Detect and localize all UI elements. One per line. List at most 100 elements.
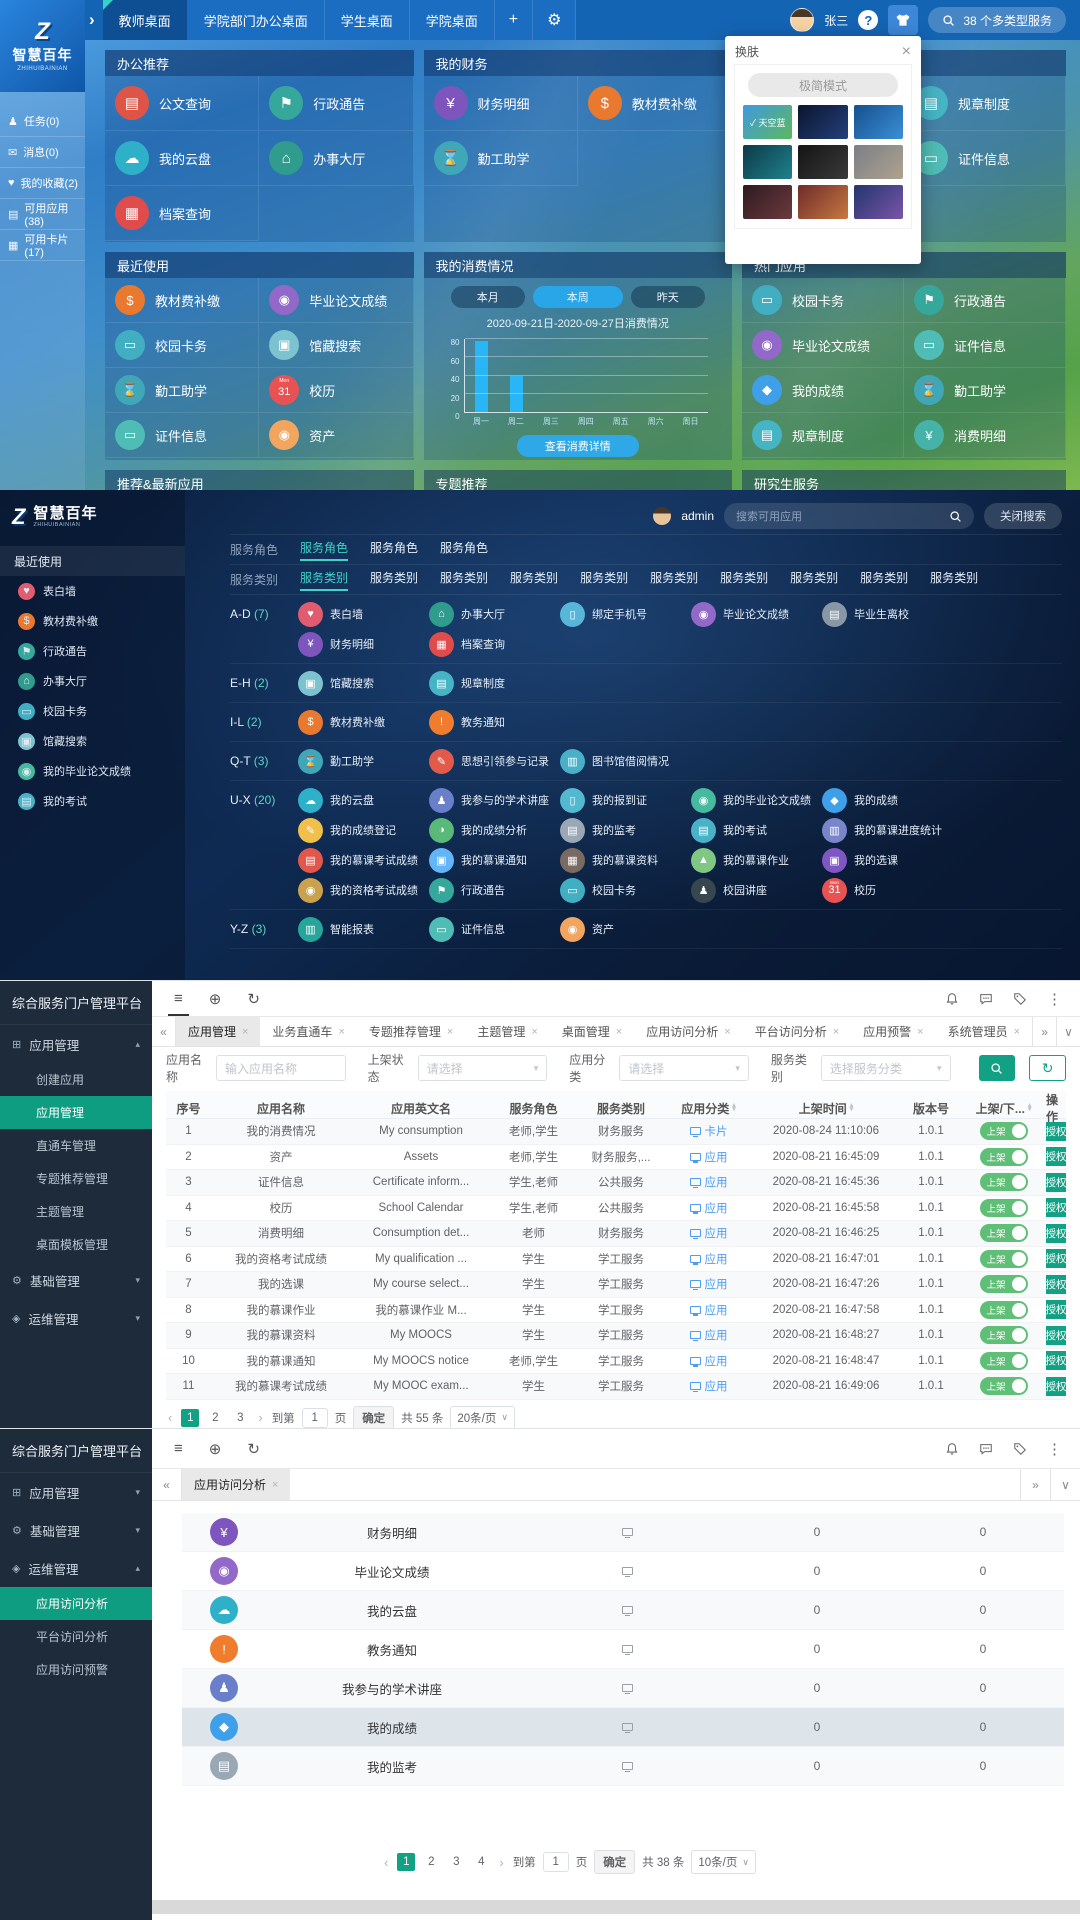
column-header[interactable]: 服务类别 ▴▾	[576, 1100, 666, 1117]
publish-toggle[interactable]: 上架	[980, 1275, 1028, 1293]
close-icon[interactable]: ×	[531, 1026, 537, 1038]
filter-option[interactable]: 服务类别	[510, 569, 558, 591]
desktop-tab[interactable]: 教师桌面	[103, 0, 188, 40]
tabs-down-icon[interactable]: ∨	[1050, 1469, 1080, 1500]
theme-thumbnail[interactable]	[798, 105, 847, 139]
app-tile[interactable]: ▤ 公文查询	[105, 76, 259, 131]
column-header[interactable]: 操作 ▴▾	[1046, 1091, 1066, 1125]
filter-option[interactable]: 服务类别	[370, 569, 418, 591]
app-item[interactable]: ◉ 毕业论文成绩	[691, 599, 822, 629]
prev-page-button[interactable]: ‹	[382, 1855, 390, 1870]
recent-app-item[interactable]: ▭ 校园卡务	[0, 696, 185, 726]
page-size-select[interactable]: 10条/页∨	[691, 1850, 756, 1874]
app-item[interactable]: ▦ 档案查询	[429, 629, 560, 659]
range-button[interactable]: 本周	[533, 286, 623, 308]
bell-icon[interactable]	[945, 1442, 959, 1456]
theme-thumbnail[interactable]	[743, 185, 792, 219]
menu-child[interactable]: 创建应用	[0, 1063, 152, 1096]
publish-toggle[interactable]: 上架	[980, 1173, 1028, 1191]
column-header[interactable]: 应用名称 ▴▾	[211, 1100, 351, 1117]
app-item[interactable]: ▦ 我的慕课资料	[560, 845, 691, 875]
sort-icon[interactable]: ▴▾	[1028, 1104, 1032, 1112]
app-item[interactable]: ◉ 资产	[560, 914, 691, 944]
tag-icon[interactable]	[1013, 1442, 1027, 1456]
sort-icon[interactable]: ▴▾	[732, 1104, 736, 1112]
app-item[interactable]: ¥ 财务明细	[298, 629, 429, 659]
workspace-tab[interactable]: 系统管理员 ×	[936, 1017, 1032, 1046]
kebab-icon[interactable]: ⋮	[1047, 990, 1062, 1008]
table-row[interactable]: 11 我的慕课考试成绩 My MOOC exam... 学生 学工服务 应用 2…	[166, 1374, 1066, 1400]
app-tile[interactable]: ▦ 档案查询	[105, 186, 259, 241]
app-item[interactable]: ⌛ 勤工助学	[298, 746, 429, 776]
page-number[interactable]: 1	[181, 1409, 199, 1427]
tabs-collapse-icon[interactable]: «	[152, 1017, 176, 1046]
next-page-button[interactable]: ›	[256, 1410, 264, 1425]
app-tile[interactable]: ▭ 证件信息	[904, 323, 1066, 368]
column-header[interactable]: 序号 ▴▾	[166, 1100, 211, 1117]
chat-icon[interactable]	[979, 1442, 993, 1456]
filter-option[interactable]: 服务角色	[440, 539, 488, 561]
publish-toggle[interactable]: 上架	[980, 1122, 1028, 1140]
theme-thumbnail[interactable]	[743, 145, 792, 179]
workspace-tab[interactable]: 桌面管理 ×	[550, 1017, 634, 1046]
app-item[interactable]: ◆ 我的成绩	[822, 785, 953, 815]
category-link[interactable]: 应用	[690, 1251, 728, 1267]
state-select[interactable]: 请选择▾	[418, 1055, 548, 1081]
chat-icon[interactable]	[979, 992, 993, 1006]
app-tile[interactable]: ◆ 我的成绩	[742, 368, 904, 413]
close-icon[interactable]: ×	[724, 1026, 730, 1038]
category-link[interactable]: 应用	[690, 1353, 728, 1369]
menu-child[interactable]: 主题管理	[0, 1195, 152, 1228]
app-item[interactable]: ◑ 我的成绩分析	[429, 815, 560, 845]
filter-option[interactable]: 服务类别	[300, 569, 348, 591]
minimal-mode-button[interactable]: 极简模式	[748, 73, 898, 97]
close-icon[interactable]: ×	[833, 1026, 839, 1038]
table-row[interactable]: 4 校历 School Calendar 学生,老师 公共服务 应用 2020-…	[166, 1196, 1066, 1222]
desktop-tab[interactable]: 学院桌面	[410, 0, 495, 40]
refresh-button[interactable]: ↻	[1029, 1055, 1066, 1081]
authorize-button[interactable]: 授权	[1046, 1173, 1066, 1192]
app-tile[interactable]: ▤ 规章制度	[904, 76, 1066, 131]
column-header[interactable]: 版本号 ▴▾	[901, 1100, 961, 1117]
recent-app-item[interactable]: ▣ 馆藏搜索	[0, 726, 185, 756]
menu-parent[interactable]: ⊞ 应用管理 ▾	[0, 1473, 152, 1511]
app-tile[interactable]: ◉ 毕业论文成绩	[742, 323, 904, 368]
service-search[interactable]: 38 个多类型服务	[928, 7, 1066, 33]
column-header[interactable]: 上架/下... ▴▾	[961, 1100, 1046, 1117]
app-tile[interactable]: $ 教材费补缴	[578, 76, 732, 131]
range-button[interactable]: 本月	[451, 286, 525, 308]
page-number[interactable]: 3	[447, 1853, 465, 1871]
app-item[interactable]: ◉ 我的资格考试成绩	[298, 875, 429, 905]
theme-thumbnail[interactable]	[798, 145, 847, 179]
app-tile[interactable]: ▭ 证件信息	[904, 131, 1066, 186]
workspace-tab[interactable]: 业务直通车 ×	[260, 1017, 356, 1046]
desktop-tab[interactable]: 学院部门办公桌面	[188, 0, 325, 40]
close-icon[interactable]: ×	[272, 1479, 278, 1491]
filter-option[interactable]: 服务角色	[370, 539, 418, 561]
page-number[interactable]: 1	[397, 1853, 415, 1871]
help-icon[interactable]: ?	[858, 10, 878, 30]
page-size-select[interactable]: 20条/页∨	[450, 1406, 515, 1429]
publish-toggle[interactable]: 上架	[980, 1224, 1028, 1242]
category-link[interactable]: 应用	[690, 1327, 728, 1343]
workspace-tab[interactable]: 应用预警 ×	[851, 1017, 935, 1046]
desktop-settings-button[interactable]: ⚙	[533, 0, 576, 40]
confirm-button[interactable]: 确定	[353, 1406, 394, 1429]
workspace-tab[interactable]: 应用访问分析 ×	[634, 1017, 742, 1046]
app-item[interactable]: ⚑ 行政通告	[429, 875, 560, 905]
publish-toggle[interactable]: 上架	[980, 1352, 1028, 1370]
publish-toggle[interactable]: 上架	[980, 1250, 1028, 1268]
page-number[interactable]: 2	[206, 1409, 224, 1427]
table-row[interactable]: 3 证件信息 Certificate inform... 学生,老师 公共服务 …	[166, 1170, 1066, 1196]
app-tile[interactable]: ▭ 校园卡务	[105, 323, 259, 368]
category-link[interactable]: 应用	[690, 1302, 728, 1318]
page-number[interactable]: 4	[472, 1853, 490, 1871]
avatar[interactable]	[790, 8, 814, 32]
bell-icon[interactable]	[945, 992, 959, 1006]
back-arrow-icon[interactable]: ›	[85, 10, 103, 30]
recent-app-item[interactable]: ⚑ 行政通告	[0, 636, 185, 666]
recent-app-item[interactable]: ♥ 表白墙	[0, 576, 185, 606]
app-item[interactable]: ▲ 我的慕课作业	[691, 845, 822, 875]
skin-button[interactable]	[888, 5, 918, 35]
menu-child[interactable]: 应用管理	[0, 1096, 152, 1129]
